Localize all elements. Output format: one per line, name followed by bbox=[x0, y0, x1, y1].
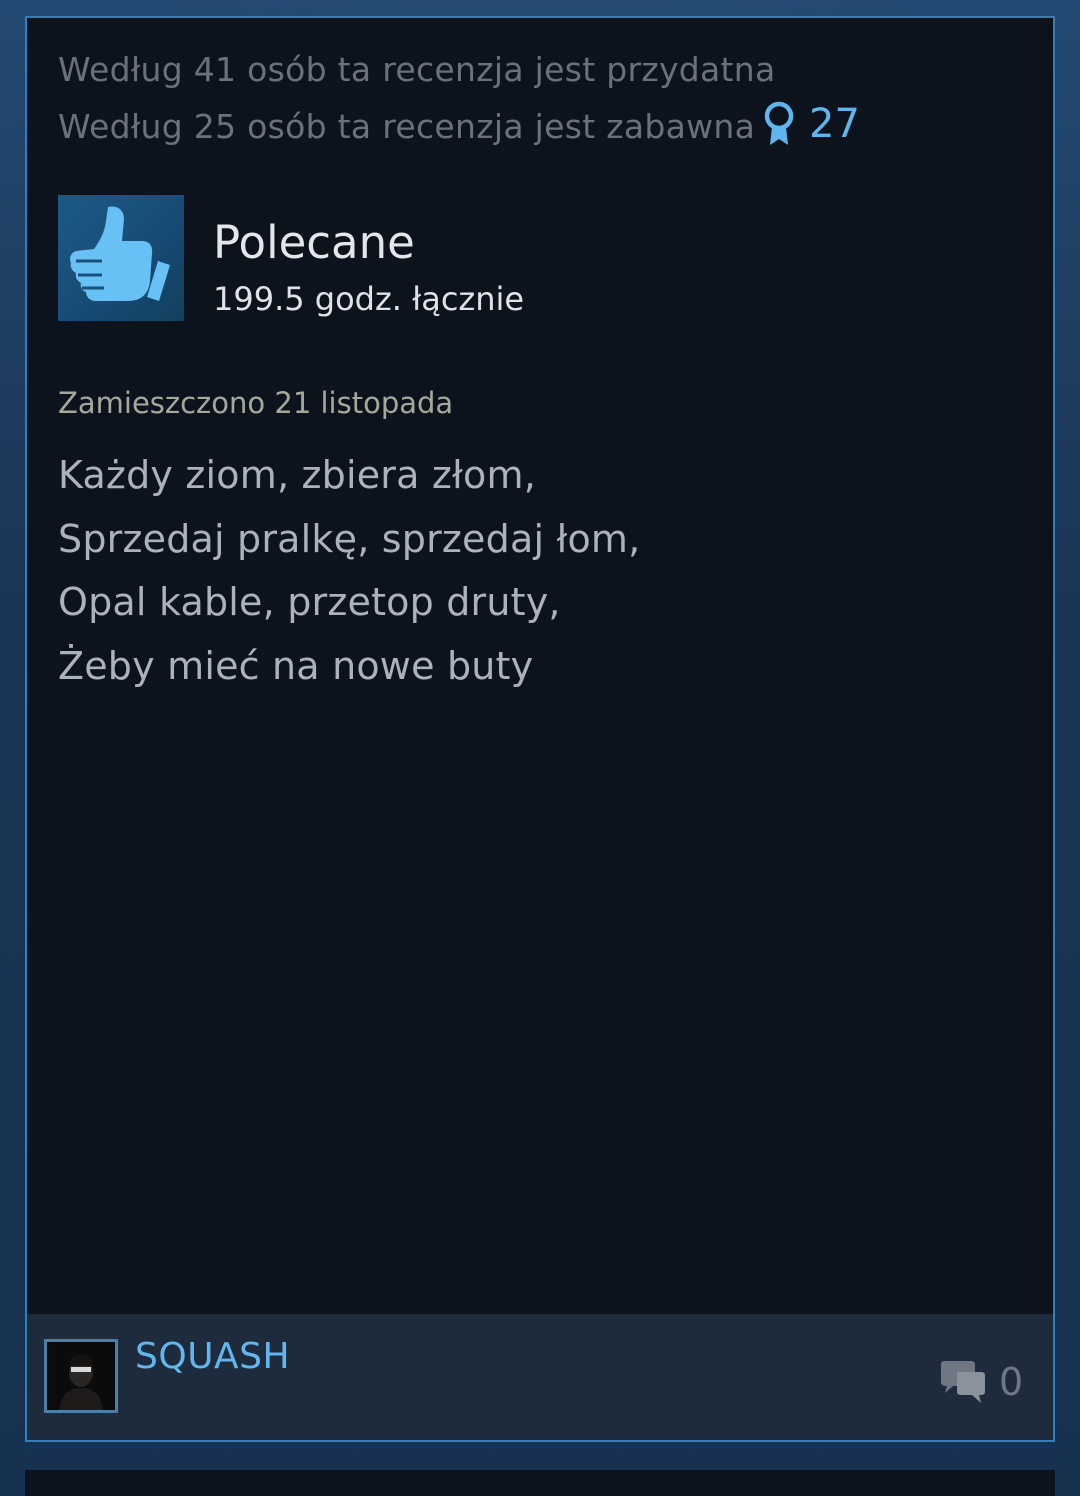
review-line: Opal kable, przetop druty, bbox=[58, 580, 561, 624]
review-line: Żeby mieć na nowe buty bbox=[58, 643, 534, 688]
author-name-link[interactable]: SQUASH bbox=[135, 1336, 290, 1377]
comment-bubbles-icon bbox=[941, 1361, 985, 1403]
review-text: Każdy ziom, zbiera złom, Sprzedaj pralkę… bbox=[58, 444, 1018, 698]
review-line: Każdy ziom, zbiera złom, bbox=[58, 453, 536, 497]
thumbs-up-icon bbox=[70, 206, 170, 301]
posted-date: Zamieszczono 21 listopada bbox=[58, 386, 454, 420]
review-card[interactable]: Według 41 osób ta recenzja jest przydatn… bbox=[25, 16, 1055, 1442]
comments-count: 0 bbox=[999, 1360, 1024, 1404]
review-line: Sprzedaj pralkę, sprzedaj łom, bbox=[58, 516, 641, 561]
recommendation-badge bbox=[58, 195, 184, 321]
user-avatar[interactable] bbox=[44, 1339, 118, 1413]
helpful-votes-text: Według 41 osób ta recenzja jest przydatn… bbox=[58, 50, 776, 89]
author-bar: SQUASH 0 bbox=[27, 1314, 1053, 1440]
funny-votes-text: Według 25 osób ta recenzja jest zabawna bbox=[58, 107, 756, 146]
next-review-card bbox=[25, 1470, 1055, 1496]
recommendation-title: Polecane bbox=[213, 216, 415, 269]
award-count: 27 bbox=[809, 101, 860, 147]
comments-button[interactable]: 0 bbox=[939, 1358, 1023, 1406]
review-awards[interactable]: 27 bbox=[763, 100, 860, 148]
award-ribbon-icon bbox=[764, 101, 794, 145]
avatar-image bbox=[47, 1342, 115, 1410]
review-body: Według 41 osób ta recenzja jest przydatn… bbox=[27, 18, 1053, 1314]
hours-played: 199.5 godz. łącznie bbox=[213, 280, 525, 318]
